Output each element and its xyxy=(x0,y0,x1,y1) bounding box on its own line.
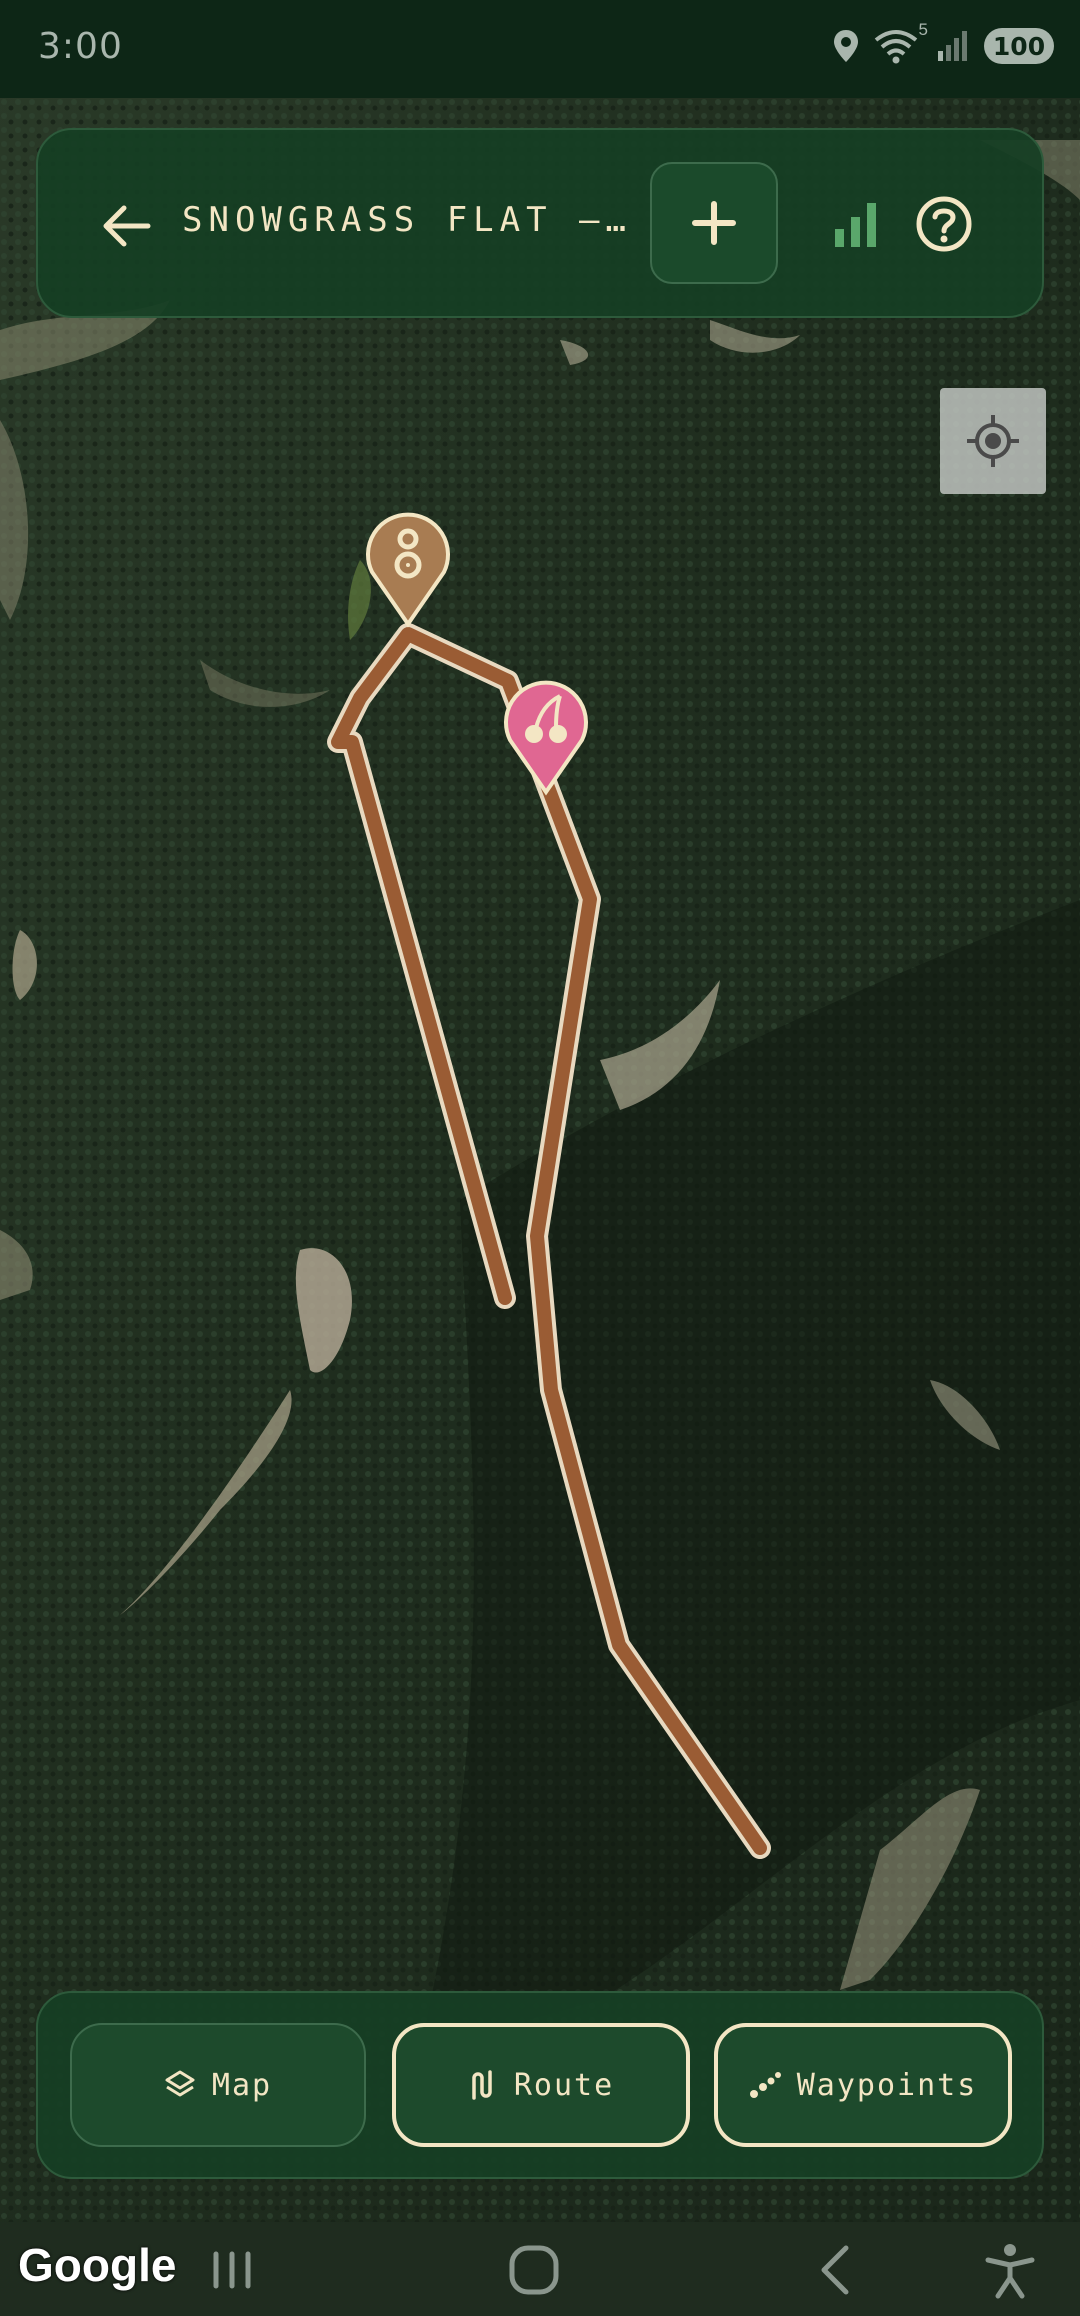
wifi-badge: 5 xyxy=(918,20,928,39)
locate-button[interactable] xyxy=(940,388,1046,494)
bar-chart-icon xyxy=(835,203,876,247)
google-attribution: Google xyxy=(18,2239,177,2291)
system-nav-bar: Google xyxy=(0,2222,1080,2316)
question-circle-icon xyxy=(916,196,972,252)
arrow-left-icon xyxy=(103,205,151,247)
back-button[interactable] xyxy=(78,178,174,274)
map-view[interactable] xyxy=(0,98,1080,2222)
signal-icon xyxy=(938,31,967,61)
plus-icon xyxy=(692,201,736,245)
route-header: SNOWGRASS FLAT –… xyxy=(36,128,1044,318)
location-icon xyxy=(834,30,858,62)
status-icons: 5 100 xyxy=(832,20,1054,64)
status-bar: 3:00 5 100 xyxy=(0,0,1080,98)
wifi-icon: 5 xyxy=(874,20,928,64)
add-button[interactable] xyxy=(650,162,778,284)
layers-icon xyxy=(165,2070,195,2097)
route-button-label: Route xyxy=(513,2067,615,2103)
home-icon[interactable] xyxy=(504,2240,564,2300)
route-title[interactable]: SNOWGRASS FLAT –… xyxy=(182,200,652,240)
status-time: 3:00 xyxy=(38,26,123,67)
back-nav-icon[interactable] xyxy=(808,2240,868,2300)
stats-button[interactable] xyxy=(808,176,904,272)
satellite-map[interactable] xyxy=(0,98,1080,2222)
bottom-toolbar: Map Route Waypoints xyxy=(36,1991,1044,2179)
help-button[interactable] xyxy=(896,176,992,272)
route-button[interactable]: Route xyxy=(392,2023,690,2147)
waypoints-button-label: Waypoints xyxy=(796,2067,978,2103)
map-button-label: Map xyxy=(211,2067,273,2103)
recent-apps-icon[interactable] xyxy=(202,2240,262,2300)
map-button[interactable]: Map xyxy=(70,2023,366,2147)
route-icon xyxy=(472,2070,492,2100)
waypoints-icon xyxy=(749,2072,781,2098)
accessibility-icon[interactable] xyxy=(980,2240,1040,2300)
waypoints-button[interactable]: Waypoints xyxy=(714,2023,1012,2147)
battery-indicator: 100 xyxy=(984,28,1054,64)
crosshair-icon xyxy=(967,415,1019,467)
